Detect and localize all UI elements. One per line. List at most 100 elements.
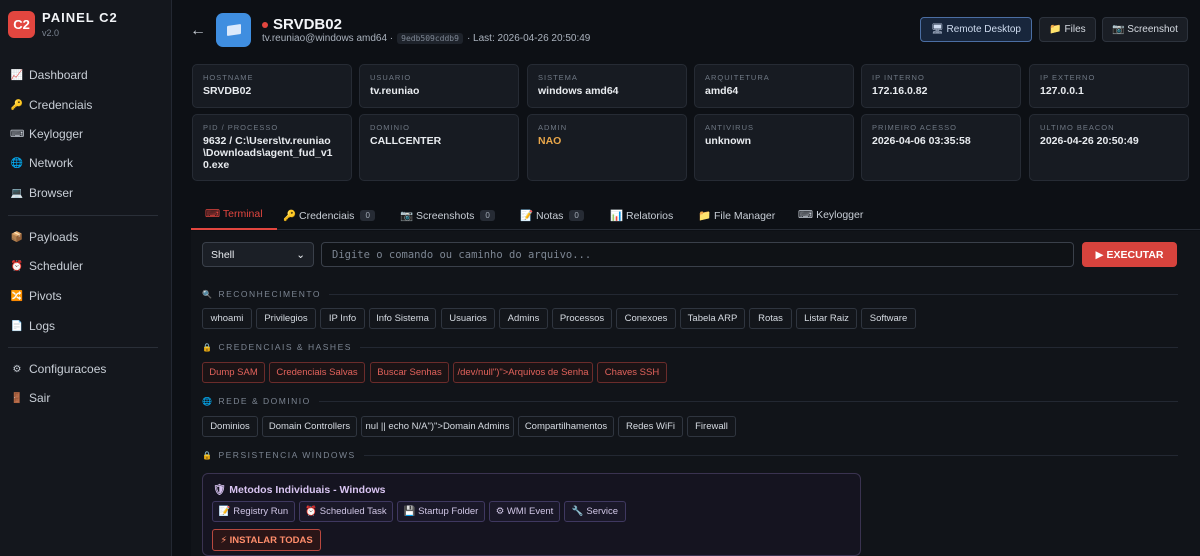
tab-notas[interactable]: 📝 Notas 0 [520, 200, 584, 230]
card-value: 172.16.0.82 [872, 85, 928, 97]
command-button[interactable]: Admins [499, 308, 548, 329]
command-button[interactable]: nul || echo N/A")">Domain Admins [361, 416, 514, 437]
command-button[interactable]: Tabela ARP [680, 308, 745, 329]
card-value: 2026-04-26 20:50:49 [1040, 135, 1139, 147]
sidebar-item-pivots[interactable]: 🔀 Pivots [10, 286, 160, 306]
brand-title: PAINEL C2 [42, 10, 118, 25]
command-button[interactable]: IP Info [320, 308, 365, 329]
command-button[interactable]: Dominios [202, 416, 258, 437]
sidebar-item-logs[interactable]: 📄 Logs [10, 316, 160, 336]
card-value: amd64 [705, 85, 739, 97]
document-icon: 📄 [10, 320, 24, 332]
package-icon: 📦 [10, 231, 24, 243]
info-card-dominio: DOMINIO CALLCENTER [359, 114, 519, 181]
card-label: SISTEMA [538, 73, 578, 82]
command-button[interactable]: Processos [552, 308, 612, 329]
command-button[interactable]: Software [861, 308, 916, 329]
tab-file-manager[interactable]: 📁 File Manager [698, 200, 775, 230]
agent-hash: 9edb509cddb9 [397, 33, 463, 44]
persist-service-button[interactable]: 🔧 Service [564, 501, 626, 522]
sidebar-item-configuracoes[interactable]: ⚙ Configuracoes [10, 359, 160, 379]
sidebar-divider [8, 215, 158, 216]
command-button[interactable]: Redes WiFi [618, 416, 683, 437]
persist-wmi-event-button[interactable]: ⚙ WMI Event [489, 501, 560, 522]
command-button[interactable]: Privilegios [256, 308, 316, 329]
sidebar-item-payloads[interactable]: 📦 Payloads [10, 227, 160, 247]
info-card-usuario: USUARIO tv.reuniao [359, 64, 519, 108]
tab-label: 📁 File Manager [698, 209, 776, 222]
chevron-down-icon: ⌄ [296, 248, 305, 261]
tab-label: ⌨ Keylogger [798, 209, 864, 221]
command-button[interactable]: Chaves SSH [597, 362, 667, 383]
tab-terminal[interactable]: ⌨ Terminal [191, 200, 277, 230]
sidebar-item-scheduler[interactable]: ⏰ Scheduler [10, 256, 160, 276]
execute-button[interactable]: ▶ EXECUTAR [1082, 242, 1177, 267]
tab-label: ⌨ Terminal [205, 208, 263, 220]
command-input[interactable] [321, 242, 1074, 267]
brand-version: v2.0 [42, 28, 60, 38]
card-label: IP EXTERNO [1040, 73, 1096, 82]
back-arrow-icon[interactable]: ← [190, 22, 206, 40]
globe-icon: 🌐 [10, 157, 24, 169]
tab-relatorios[interactable]: 📊 Relatorios [610, 200, 673, 230]
tab-label: 📝 Notas [520, 209, 564, 222]
card-value: unknown [705, 135, 752, 147]
tab-credenciais[interactable]: 🔑 Credenciais 0 [283, 200, 375, 230]
info-card-admin: ADMIN NAO [527, 114, 687, 181]
card-value: NAO [538, 135, 562, 147]
sidebar-item-label: Keylogger [29, 127, 84, 141]
sidebar-item-label: Scheduler [29, 259, 84, 273]
card-label: ULTIMO BEACON [1040, 123, 1115, 132]
host-subtitle: tv.reuniao@windows amd64 · 9edb509cddb9 … [262, 33, 590, 44]
info-card-ultimo-beacon: ULTIMO BEACON 2026-04-26 20:50:49 [1029, 114, 1189, 181]
persist-scheduled-task-button[interactable]: ⏰ Scheduled Task [299, 501, 393, 522]
sidebar-item-network[interactable]: 🌐 Network [10, 153, 160, 173]
card-value: CALLCENTER [370, 135, 442, 147]
sidebar-item-credenciais[interactable]: 🔑 Credenciais [10, 95, 160, 115]
command-button[interactable]: Rotas [749, 308, 792, 329]
info-card-arquitetura: ARQUITETURA amd64 [694, 64, 854, 108]
tab-count-badge: 0 [360, 209, 375, 221]
card-label: PRIMEIRO ACESSO [872, 123, 958, 132]
section-title: PERSISTENCIA WINDOWS [218, 450, 356, 460]
sidebar-item-dashboard[interactable]: 📈 Dashboard [10, 65, 160, 85]
info-card-antivirus: ANTIVIRUS unknown [694, 114, 854, 181]
install-all-button[interactable]: ⚡ INSTALAR TODAS [212, 529, 321, 551]
command-button[interactable]: Dump SAM [202, 362, 265, 383]
sidebar-item-browser[interactable]: 💻 Browser [10, 183, 160, 203]
command-button[interactable]: /dev/null")">Arquivos de Senha [453, 362, 593, 383]
sidebar: C2 PAINEL C2 v2.0 📈 Dashboard 🔑 Credenci… [0, 0, 172, 556]
command-button[interactable]: Credenciais Salvas [269, 362, 365, 383]
screenshot-button[interactable]: 📷 Screenshot [1102, 17, 1188, 42]
info-card-ip-externo: IP EXTERNO 127.0.0.1 [1029, 64, 1189, 108]
host-name: SRVDB02 [273, 16, 342, 33]
command-button[interactable]: Usuarios [441, 308, 495, 329]
persist-startup-folder-button[interactable]: 💾 Startup Folder [397, 501, 485, 522]
sidebar-item-label: Configuracoes [29, 362, 107, 376]
command-button[interactable]: Listar Raiz [796, 308, 857, 329]
alarm-clock-icon: ⏰ [10, 260, 24, 272]
sidebar-item-keylogger[interactable]: ⌨ Keylogger [10, 124, 160, 144]
status-dot-icon [262, 21, 268, 28]
command-button[interactable]: Domain Controllers [262, 416, 357, 437]
command-button[interactable]: Conexoes [616, 308, 676, 329]
last-seen: · Last: 2026-04-26 20:50:49 [466, 33, 591, 44]
lock-icon: 🔒 [202, 450, 214, 460]
command-button[interactable]: Compartilhamentos [518, 416, 614, 437]
sidebar-item-sair[interactable]: 🚪 Sair [10, 388, 160, 408]
persist-registry-run-button[interactable]: 📝 Registry Run [212, 501, 295, 522]
command-button[interactable]: Firewall [687, 416, 736, 437]
section-title: REDE & DOMINIO [218, 396, 311, 406]
tab-keylogger[interactable]: ⌨ Keylogger [798, 200, 863, 230]
tab-screenshots[interactable]: 📷 Screenshots 0 [400, 200, 495, 230]
command-button[interactable]: Info Sistema [369, 308, 436, 329]
sidebar-item-label: Pivots [29, 289, 62, 303]
files-button[interactable]: 📁 Files [1039, 17, 1096, 42]
tab-count-badge: 0 [480, 209, 495, 221]
command-button[interactable]: whoami [202, 308, 252, 329]
card-label: IP INTERNO [872, 73, 925, 82]
remote-desktop-button[interactable]: 🖥 Remote Desktop [920, 17, 1032, 42]
tab-bar: ⌨ Terminal 🔑 Credenciais 0 📷 Screenshots… [191, 200, 1200, 230]
command-button[interactable]: Buscar Senhas [370, 362, 449, 383]
shell-select[interactable]: Shell ⌄ [202, 242, 314, 267]
